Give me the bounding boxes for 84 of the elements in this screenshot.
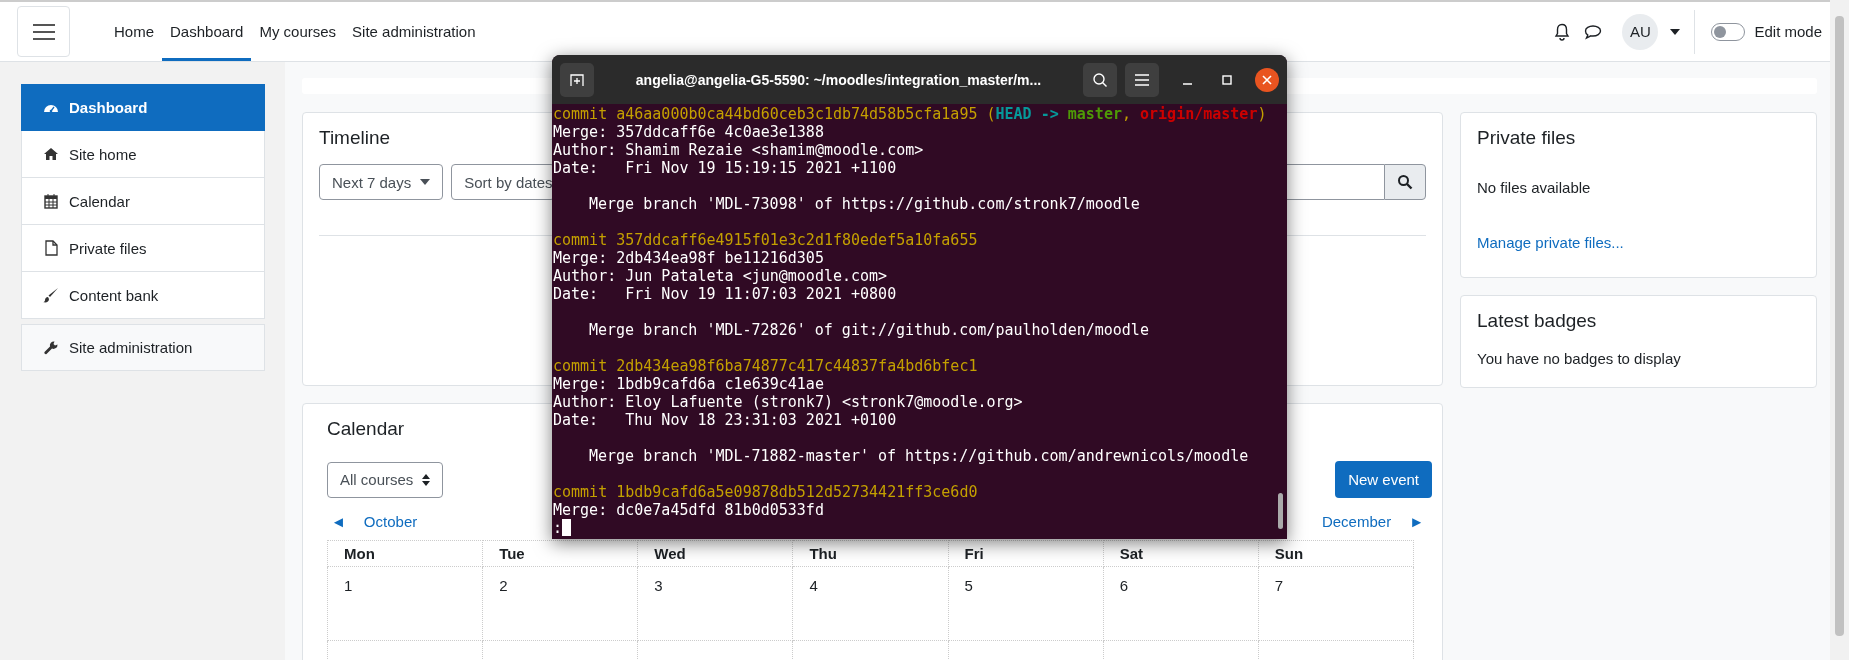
chat-icon[interactable]	[1584, 23, 1603, 40]
nav-link[interactable]: My courses	[251, 2, 345, 61]
card-title: Latest badges	[1477, 310, 1597, 332]
new-tab-button[interactable]	[560, 62, 594, 97]
terminal-line: Merge: dc0e7a45dfd 81b0d0533fd	[553, 501, 824, 519]
sidebar-item[interactable]: Site administration	[21, 324, 265, 371]
weekday-header: Sun	[1258, 540, 1414, 567]
terminal-line: Merge branch 'MDL-72826' of git://github.com/paulholden/moodle	[588, 321, 1149, 339]
sidebar-item[interactable]: Private files	[21, 225, 265, 272]
menu-icon	[32, 22, 55, 41]
search-icon	[1092, 71, 1108, 88]
close-icon	[1262, 74, 1272, 85]
terminal-line: commit 1bdb9cafd6a5e09878db512d52734421ff3ce6d0	[553, 483, 978, 501]
sidebar-item[interactable]: Dashboard	[21, 84, 265, 131]
terminal-line: Author: Shamim Rezaie <shamim@moodle.com>	[553, 141, 924, 159]
caret-icon[interactable]	[1670, 28, 1681, 35]
sidebar-item[interactable]: Calendar	[21, 178, 265, 225]
terminal-line: commit 357ddcaff6e4915f01e3c2d1f80edef5a10fa655	[553, 231, 978, 249]
manage-files-link[interactable]: Manage private files...	[1477, 234, 1624, 251]
day-cell[interactable]: 6	[1103, 566, 1259, 641]
caret-icon	[420, 179, 431, 185]
terminal-line: :	[553, 519, 572, 537]
sort-dropdown[interactable]: Sort by dates	[451, 164, 555, 200]
menu-icon	[1135, 73, 1149, 86]
next-month-link[interactable]: December ►	[1321, 513, 1424, 530]
new-tab-icon	[569, 71, 585, 88]
sort-arrows-icon	[422, 473, 431, 486]
terminal-line: Date: Fri Nov 19 15:19:15 2021 +1100	[553, 159, 897, 177]
new-event-button[interactable]: New event	[1335, 461, 1432, 498]
previous-month-link[interactable]: ◄ October	[331, 513, 418, 530]
day-cell[interactable]: 5	[948, 566, 1104, 641]
terminal-line: Merge: 1bdb9cafd6a c1e639c41ae	[553, 375, 824, 393]
nav-link[interactable]: Site administration	[344, 2, 484, 61]
search-button[interactable]	[1384, 164, 1426, 200]
terminal-line: commit a46aa000b0ca44bd60ceb3c1db74d58b5cfa1a95 (HEAD -> master, origin/master)	[553, 105, 1267, 123]
edit-mode-toggle[interactable]	[1711, 22, 1746, 41]
menu-button[interactable]	[17, 6, 70, 57]
terminal-line: Date: Fri Nov 19 11:07:03 2021 +0800	[553, 285, 897, 303]
home-icon	[43, 146, 59, 162]
day-cell[interactable]: 1	[327, 566, 483, 641]
card-title: Private files	[1477, 127, 1576, 149]
day-cell[interactable]: 7	[1258, 566, 1414, 641]
card-title: Calendar	[327, 418, 405, 440]
terminal-line: Merge branch 'MDL-73098' of https://github.com/stronk7/moodle	[588, 195, 1140, 213]
empty-message: You have no badges to display	[1477, 350, 1681, 367]
search-icon	[1397, 174, 1413, 190]
user-avatar[interactable]: AU	[1622, 13, 1659, 50]
nav-link[interactable]: Home	[106, 2, 162, 61]
bell-icon[interactable]	[1554, 22, 1571, 41]
day-cell[interactable]: 4	[792, 566, 949, 641]
brush-icon	[43, 287, 59, 303]
day-cell[interactable]: 2	[482, 566, 638, 641]
wrench-icon	[43, 339, 59, 356]
minimize-icon	[1182, 82, 1192, 85]
sidebar-item[interactable]: Site home	[21, 131, 265, 178]
calendar-icon	[43, 193, 59, 209]
empty-message: No files available	[1477, 179, 1591, 196]
terminal-line: Author: Eloy Lafuente (stronk7) <stronk7@moodle.org>	[553, 393, 1023, 411]
window-title: angelia@angelia-G5-5590: ~/moodles/integration_master/m...	[634, 71, 1043, 88]
search-field[interactable]	[1286, 164, 1384, 200]
course-dropdown[interactable]: All courses	[327, 461, 444, 498]
file-icon	[43, 240, 59, 256]
scrollbar[interactable]	[1830, 0, 1849, 660]
terminal-line: Merge branch 'MDL-71882-master' of https://github.com/andrewnicols/moodle	[588, 447, 1249, 465]
terminal-line: Merge: 2db434ea98f be11216d305	[553, 249, 824, 267]
weekday-header: Mon	[327, 540, 483, 567]
terminal-line: commit 2db434ea98f6ba74877c417c44837fa4bd6bfec1	[553, 357, 978, 375]
filter-dropdown[interactable]: Next 7 days	[319, 164, 444, 200]
weekday-header: Sat	[1103, 540, 1259, 567]
maximize-icon	[1222, 74, 1232, 85]
card-title: Timeline	[319, 127, 391, 149]
menu-button[interactable]	[1125, 62, 1159, 97]
terminal-line: Date: Thu Nov 18 23:31:03 2021 +0100	[553, 411, 897, 429]
close-button[interactable]	[1255, 67, 1279, 92]
weekday-header: Tue	[482, 540, 638, 567]
weekday-header: Wed	[637, 540, 793, 567]
day-cell[interactable]: 3	[637, 566, 793, 641]
edit-mode-label: Edit mode	[1754, 23, 1822, 40]
weekday-header: Fri	[948, 540, 1104, 567]
sidebar-item[interactable]: Content bank	[21, 272, 265, 319]
terminal-line: Merge: 357ddcaff6e 4c0ae3e1388	[553, 123, 824, 141]
search-button[interactable]	[1083, 62, 1117, 97]
terminal-line: Author: Jun Pataleta <jun@moodle.com>	[553, 267, 888, 285]
weekday-header: Thu	[792, 540, 949, 567]
